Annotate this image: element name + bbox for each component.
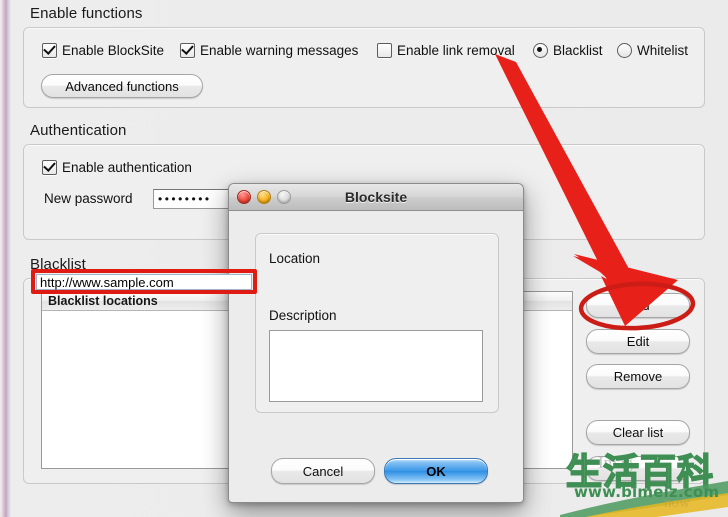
checkbox-indicator[interactable] xyxy=(377,43,392,58)
dialog-body: Location Description Cancel OK xyxy=(229,211,523,502)
checkbox-indicator[interactable] xyxy=(42,160,57,175)
checkbox-label: Enable BlockSite xyxy=(62,43,165,58)
checkbox-label: Enable link removal xyxy=(397,43,515,58)
advanced-functions-button[interactable]: Advanced functions xyxy=(41,74,203,98)
ok-button[interactable]: OK xyxy=(384,458,488,484)
radio-blacklist[interactable]: Blacklist xyxy=(533,43,603,58)
radio-whitelist[interactable]: Whitelist xyxy=(617,43,688,58)
checkbox-label: Enable warning messages xyxy=(200,43,359,58)
location-label: Location xyxy=(269,251,321,266)
new-password-label: New password xyxy=(44,191,133,206)
application-window: Enable functions Enable BlockSite Enable… xyxy=(0,0,728,517)
checkbox-enable-authentication[interactable]: Enable authentication xyxy=(42,160,192,175)
password-mask: •••••••• xyxy=(158,192,212,206)
remove-button[interactable]: Remove xyxy=(586,364,690,389)
description-label: Description xyxy=(269,308,337,323)
checkbox-label: Enable authentication xyxy=(62,160,192,175)
radio-indicator[interactable] xyxy=(617,43,632,58)
checkbox-indicator[interactable] xyxy=(42,43,57,58)
checkbox-enable-blocksite[interactable]: Enable BlockSite xyxy=(42,43,164,58)
enable-functions-title: Enable functions xyxy=(30,5,143,22)
clear-list-button[interactable]: Clear list xyxy=(586,420,690,445)
checkbox-indicator[interactable] xyxy=(180,43,195,58)
add-button[interactable]: Add xyxy=(586,293,690,318)
checkbox-enable-link-removal[interactable]: Enable link removal xyxy=(377,43,515,58)
cancel-button[interactable]: Cancel xyxy=(271,458,375,484)
authentication-title: Authentication xyxy=(30,122,127,139)
radio-label: Whitelist xyxy=(637,43,689,58)
watermark-url: www.bimeiz.com xyxy=(574,483,720,501)
close-icon[interactable] xyxy=(237,190,251,204)
radio-indicator[interactable] xyxy=(533,43,548,58)
location-input[interactable]: http://www.sample.com xyxy=(36,274,252,290)
checkbox-enable-warning-messages[interactable]: Enable warning messages xyxy=(180,43,358,58)
blocksite-dialog: Blocksite Location Description Cancel OK xyxy=(228,183,524,503)
watermark-ghost-text2: now xyxy=(664,495,690,511)
window-left-edge-artifact xyxy=(0,0,11,517)
dialog-titlebar[interactable]: Blocksite xyxy=(229,184,523,211)
radio-label: Blacklist xyxy=(553,43,603,58)
description-textarea[interactable] xyxy=(269,330,483,402)
edit-button[interactable]: Edit xyxy=(586,329,690,354)
extra-button-partial[interactable] xyxy=(586,456,690,481)
blacklist-title: Blacklist xyxy=(30,256,86,273)
dialog-title: Blocksite xyxy=(344,189,408,205)
zoom-icon[interactable] xyxy=(277,190,291,204)
minimize-icon[interactable] xyxy=(257,190,271,204)
